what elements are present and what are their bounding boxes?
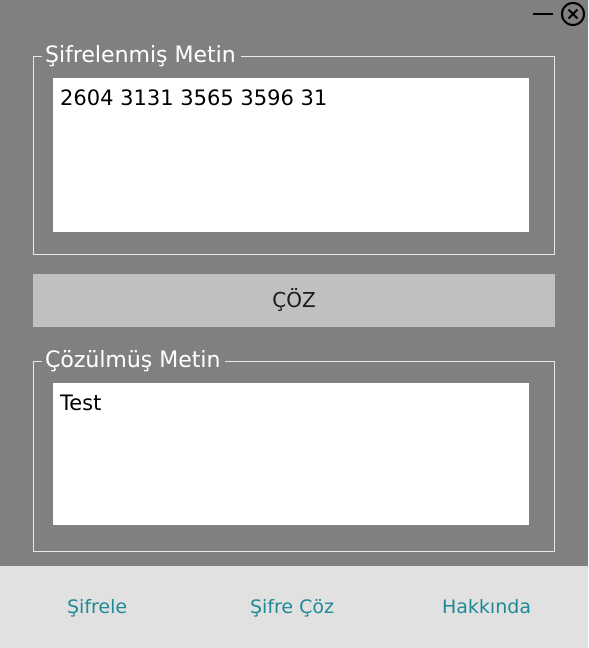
nav-encrypt[interactable]: Şifrele <box>67 594 127 620</box>
decrypted-text-group: Çözülmüş Metin Test <box>33 347 555 552</box>
nav-about[interactable]: Hakkında <box>442 594 531 620</box>
close-icon[interactable] <box>560 1 586 27</box>
encrypted-text-group: Şifrelenmiş Metin 2604 3131 3565 3596 31 <box>33 42 555 255</box>
minimize-icon[interactable] <box>531 4 555 24</box>
decrypted-text-legend: Çözülmüş Metin <box>42 347 226 375</box>
app-window: Şifrelenmiş Metin 2604 3131 3565 3596 31… <box>0 0 588 648</box>
decrypted-text-field[interactable]: Test <box>53 383 529 525</box>
nav-decrypt[interactable]: Şifre Çöz <box>250 594 334 620</box>
decrypt-button[interactable]: ÇÖZ <box>33 274 555 327</box>
encrypted-text-legend: Şifrelenmiş Metin <box>42 42 241 70</box>
close-circle-icon <box>560 1 586 27</box>
bottom-nav: Şifrele Şifre Çöz Hakkında <box>0 566 588 648</box>
encrypted-text-field[interactable]: 2604 3131 3565 3596 31 <box>53 78 529 232</box>
